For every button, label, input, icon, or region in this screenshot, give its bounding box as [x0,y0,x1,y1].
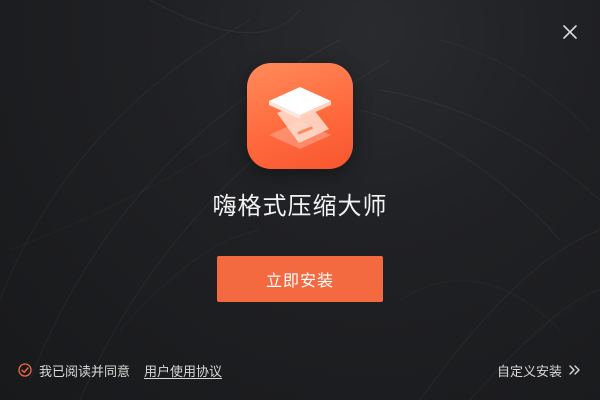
compress-layers-icon [269,87,331,149]
close-icon[interactable] [560,22,580,42]
app-title: 嗨格式压缩大师 [212,192,388,220]
agreement-row: 我已阅读并同意 用户使用协议 [18,360,222,380]
app-logo [247,63,353,169]
installer-window: 嗨格式压缩大师 立即安装 我已阅读并同意 用户使用协议 自定义安装 [0,0,600,400]
user-agreement-link[interactable]: 用户使用协议 [144,361,222,380]
custom-install-button[interactable]: 自定义安装 [497,360,582,380]
install-button[interactable]: 立即安装 [217,256,383,302]
double-chevron-right-icon [569,365,580,375]
agreement-label: 我已阅读并同意 [39,364,131,380]
checked-circle-icon[interactable] [18,363,32,377]
custom-install-label: 自定义安装 [496,364,562,380]
